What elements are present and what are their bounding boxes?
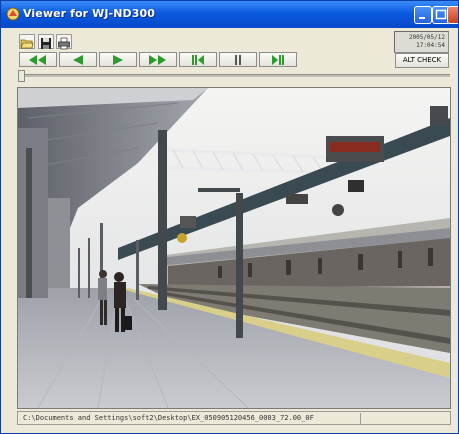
viewer-app-icon [6, 7, 20, 21]
play-icon [113, 54, 123, 65]
fast-forward-button[interactable] [139, 52, 177, 67]
reverse-play-icon [73, 54, 83, 65]
open-folder-icon[interactable] [19, 34, 35, 49]
status-bar: C:\Documents and Settings\soft2\Desktop\… [17, 411, 451, 425]
alt-check-button[interactable]: ALT CHECK [395, 53, 449, 68]
play-button[interactable] [99, 52, 137, 67]
reverse-play-button[interactable] [59, 52, 97, 67]
title-bar[interactable]: Viewer for WJ-ND300 [1, 1, 458, 28]
step-forward-button[interactable] [259, 52, 297, 67]
seek-slider-thumb[interactable] [18, 70, 25, 82]
viewer-window: Viewer for WJ-ND300 2005/05/12 17:04:54 [0, 0, 459, 434]
step-back-icon [192, 54, 204, 65]
video-frame [17, 87, 451, 409]
time-text: 17:04:54 [416, 42, 445, 49]
minimize-icon[interactable] [414, 6, 432, 24]
date-text: 2005/05/12 [408, 34, 445, 41]
file-path-text: C:\Documents and Settings\soft2\Desktop\… [23, 414, 314, 422]
datetime-display: 2005/05/12 17:04:54 [394, 31, 449, 53]
step-forward-icon [272, 54, 284, 65]
step-back-button[interactable] [179, 52, 217, 67]
window-title: Viewer for WJ-ND300 [23, 7, 156, 20]
status-divider [360, 413, 361, 424]
print-icon[interactable] [56, 34, 72, 50]
fast-rewind-icon [29, 54, 46, 65]
pause-icon [235, 54, 241, 65]
camera-image [18, 88, 450, 408]
close-icon[interactable] [447, 6, 458, 24]
save-disk-icon[interactable] [38, 34, 54, 49]
seek-slider-track[interactable] [18, 74, 450, 77]
fast-rewind-button[interactable] [19, 52, 57, 67]
fast-forward-icon [149, 54, 166, 65]
pause-button[interactable] [219, 52, 257, 67]
